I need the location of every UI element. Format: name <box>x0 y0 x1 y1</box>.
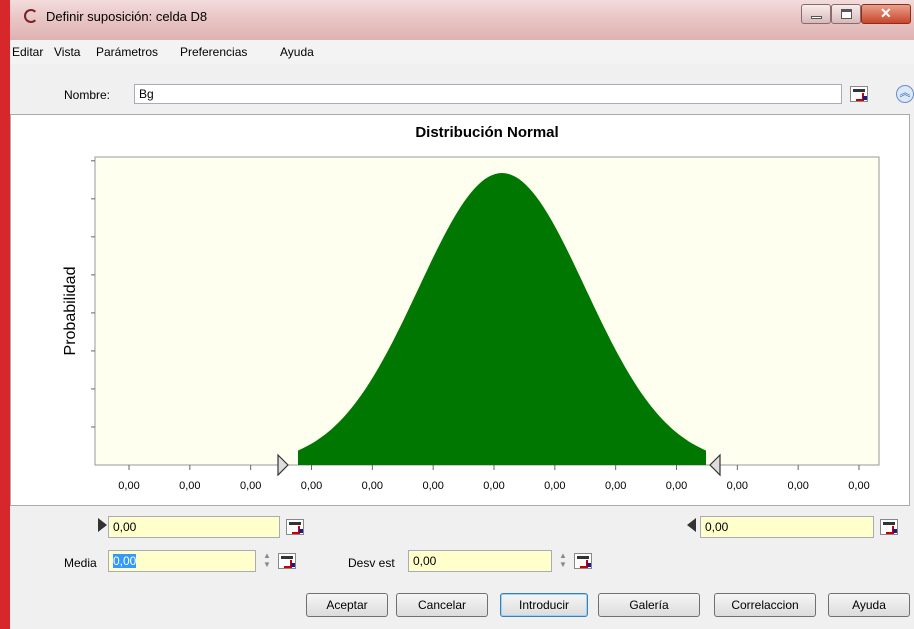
x-tick-label: 0,00 <box>483 480 504 492</box>
desv-est-spinner[interactable]: ▲ ▼ <box>558 551 568 573</box>
menu-vista[interactable]: Vista <box>54 45 80 59</box>
left-marker-icon <box>98 518 107 532</box>
media-label: Media <box>64 556 97 570</box>
dialog-window: Definir suposición: celda D8 ✕ Editar Vi… <box>0 0 914 629</box>
media-input[interactable]: 0,00 <box>108 550 256 572</box>
menu-editar[interactable]: Editar <box>12 45 43 59</box>
aceptar-button[interactable]: Aceptar <box>306 593 388 617</box>
ayuda-button[interactable]: Ayuda <box>828 593 910 617</box>
cancelar-button[interactable]: Cancelar <box>396 593 488 617</box>
close-button[interactable]: ✕ <box>861 4 911 24</box>
name-row: Nombre: Bg <box>10 64 914 114</box>
x-tick-label: 0,00 <box>422 480 443 492</box>
cell-reference-icon[interactable] <box>286 519 304 535</box>
correlaccion-button[interactable]: Correlaccion <box>714 593 816 617</box>
distribution-chart: Distribución Normal Probabilidad 0,00 0,00 0… <box>62 124 880 492</box>
menu-preferencias[interactable]: Preferencias <box>180 45 247 59</box>
media-value: 0,00 <box>113 554 137 568</box>
menu-bar: Editar Vista Parámetros Preferencias Ayu… <box>10 40 914 65</box>
galeria-button[interactable]: Galería <box>598 593 700 617</box>
chart-panel: Distribución Normal Probabilidad 0,00 0,00 0… <box>10 114 910 506</box>
desv-est-input[interactable]: 0,00 <box>408 550 552 572</box>
cell-reference-icon[interactable] <box>850 86 868 102</box>
cell-reference-icon[interactable] <box>574 553 592 569</box>
x-tick-label: 0,00 <box>118 480 139 492</box>
x-tick-label: 0,00 <box>787 480 808 492</box>
close-icon: ✕ <box>880 5 892 21</box>
x-tick-label: 0,00 <box>666 480 687 492</box>
right-marker-icon <box>687 518 696 532</box>
lower-bound-input[interactable]: 0,00 <box>108 516 280 538</box>
introducir-button[interactable]: Introducir <box>500 593 588 617</box>
x-tick-label: 0,00 <box>240 480 261 492</box>
desv-est-label: Desv est <box>348 556 395 570</box>
collapse-icon[interactable]: ︽ <box>896 85 914 103</box>
maximize-button[interactable] <box>831 4 861 24</box>
app-icon <box>24 9 38 23</box>
maximize-icon <box>841 9 852 19</box>
x-tick-label: 0,00 <box>848 480 869 492</box>
x-tick-label: 0,00 <box>301 480 322 492</box>
x-tick-label: 0,00 <box>179 480 200 492</box>
window-title: Definir suposición: celda D8 <box>46 9 208 24</box>
chart-title: Distribución Normal <box>415 124 558 141</box>
name-input[interactable]: Bg <box>134 84 842 104</box>
x-tick-label: 0,00 <box>544 480 565 492</box>
cell-reference-icon[interactable] <box>278 553 296 569</box>
media-spinner[interactable]: ▲ ▼ <box>262 551 272 573</box>
name-label: Nombre: <box>64 88 111 102</box>
cell-reference-icon[interactable] <box>880 519 898 535</box>
minimize-button[interactable] <box>801 4 831 24</box>
y-axis-label: Probabilidad <box>62 267 79 356</box>
menu-parametros[interactable]: Parámetros <box>96 45 158 59</box>
x-tick-label: 0,00 <box>362 480 383 492</box>
title-bar[interactable]: Definir suposición: celda D8 ✕ <box>10 0 914 40</box>
x-tick-label: 0,00 <box>727 480 748 492</box>
upper-bound-input[interactable]: 0,00 <box>700 516 874 538</box>
menu-ayuda[interactable]: Ayuda <box>280 45 314 59</box>
x-tick-label: 0,00 <box>605 480 626 492</box>
minimize-icon <box>811 16 822 19</box>
